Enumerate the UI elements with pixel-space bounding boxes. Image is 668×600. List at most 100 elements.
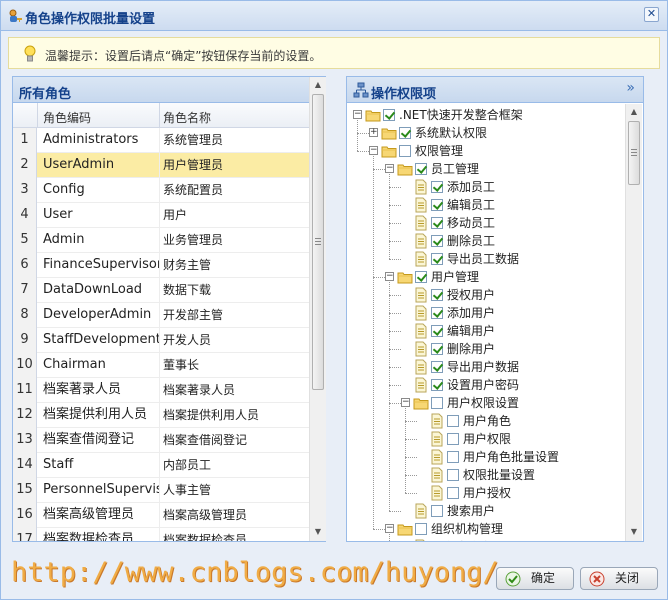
role-name-cell: 开发部主管 xyxy=(163,308,224,322)
permission-checkbox[interactable] xyxy=(431,343,443,355)
permission-checkbox[interactable] xyxy=(447,469,459,481)
collapse-panel-icon[interactable]: » xyxy=(626,80,635,96)
permission-checkbox[interactable] xyxy=(431,325,443,337)
permission-checkbox[interactable] xyxy=(431,199,443,211)
scrollbar-thumb[interactable] xyxy=(312,94,324,390)
permission-checkbox[interactable] xyxy=(415,271,427,283)
permission-checkbox[interactable] xyxy=(431,307,443,319)
close-button[interactable]: 关闭 xyxy=(580,567,658,590)
folder-icon xyxy=(381,125,397,141)
permission-checkbox[interactable] xyxy=(431,505,443,517)
document-icon xyxy=(413,233,429,249)
window-close-button[interactable]: ✕ xyxy=(644,7,659,22)
permission-checkbox[interactable] xyxy=(447,487,459,499)
row-number: 1 xyxy=(13,128,37,153)
collapse-toggle-icon[interactable]: − xyxy=(369,146,378,155)
permission-checkbox[interactable] xyxy=(447,451,459,463)
table-row[interactable]: 15 PersonnelSupervis 人事主管 xyxy=(13,478,309,503)
permission-checkbox[interactable] xyxy=(415,523,427,535)
permission-checkbox[interactable] xyxy=(431,361,443,373)
permission-label: 授权用户 xyxy=(447,288,496,302)
collapse-toggle-icon[interactable]: − xyxy=(385,164,394,173)
scroll-down-arrow-icon[interactable]: ▼ xyxy=(626,524,642,540)
role-code-cell: StaffDevelopment xyxy=(43,332,159,347)
scroll-up-arrow-icon[interactable]: ▲ xyxy=(626,104,642,120)
permission-label: 添加员工 xyxy=(447,180,496,194)
role-code-cell: UserAdmin xyxy=(43,157,115,172)
table-row[interactable]: 10 Chairman 董事长 xyxy=(13,353,309,378)
permissions-tree-scrollbar[interactable]: ▲ ▼ xyxy=(625,104,642,541)
permission-checkbox[interactable] xyxy=(383,109,395,121)
roles-grid-scrollbar[interactable]: ▲ ▼ xyxy=(309,77,326,541)
permission-checkbox[interactable] xyxy=(431,397,443,409)
table-row[interactable]: 3 Config 系统配置员 xyxy=(13,178,309,203)
permission-label: 设置用户密码 xyxy=(447,378,520,392)
tree-connector xyxy=(389,534,390,541)
expand-toggle-icon[interactable]: + xyxy=(369,128,378,137)
permission-checkbox[interactable] xyxy=(431,181,443,193)
collapse-toggle-icon[interactable]: − xyxy=(353,110,362,119)
grip-line xyxy=(631,149,637,150)
scroll-down-arrow-icon[interactable]: ▼ xyxy=(310,524,326,540)
permission-checkbox[interactable] xyxy=(415,163,427,175)
permission-label: 搜索用户 xyxy=(447,504,496,518)
table-row[interactable]: 14 Staff 内部员工 xyxy=(13,453,309,478)
permission-label: 删除员工 xyxy=(447,234,496,248)
tree-connector xyxy=(405,408,406,493)
table-row[interactable]: 17 档案数据检查员 档案数据检查员 xyxy=(13,528,309,541)
table-row[interactable]: 6 FinanceSupervisor 财务主管 xyxy=(13,253,309,278)
table-row[interactable]: 2 UserAdmin 用户管理员 xyxy=(13,153,309,178)
collapse-toggle-icon[interactable]: − xyxy=(385,524,394,533)
tree-connector xyxy=(389,187,401,188)
table-row[interactable]: 4 User 用户 xyxy=(13,203,309,228)
column-header-code[interactable]: 角色编码 xyxy=(43,109,91,126)
document-icon xyxy=(429,467,445,483)
permission-label: 权限批量设置 xyxy=(463,468,536,482)
tree-connector xyxy=(373,156,374,529)
row-number: 6 xyxy=(13,253,37,278)
permission-checkbox[interactable] xyxy=(431,235,443,247)
scrollbar-thumb[interactable] xyxy=(628,121,640,185)
table-row[interactable]: 16 档案高级管理员 档案高级管理员 xyxy=(13,503,309,528)
permission-checkbox[interactable] xyxy=(399,145,411,157)
scroll-up-arrow-icon[interactable]: ▲ xyxy=(310,77,326,93)
role-code-cell: PersonnelSupervis xyxy=(43,482,159,497)
tree-connector xyxy=(373,529,385,530)
table-row[interactable]: 8 DeveloperAdmin 开发部主管 xyxy=(13,303,309,328)
table-row[interactable]: 5 Admin 业务管理员 xyxy=(13,228,309,253)
table-row[interactable]: 7 DataDownLoad 数据下载 xyxy=(13,278,309,303)
permission-checkbox[interactable] xyxy=(447,433,459,445)
permission-checkbox[interactable] xyxy=(431,289,443,301)
permission-label: 用户权限设置 xyxy=(447,396,520,410)
cell-separator xyxy=(159,378,160,403)
tree-connector xyxy=(357,151,369,152)
role-code-cell: 档案查借阅登记 xyxy=(43,432,135,447)
column-header-name[interactable]: 角色名称 xyxy=(163,109,211,126)
tree-connector xyxy=(389,331,401,332)
ok-button[interactable]: 确定 xyxy=(496,567,574,590)
table-row[interactable]: 12 档案提供利用人员 档案提供利用人员 xyxy=(13,403,309,428)
permission-checkbox[interactable] xyxy=(399,127,411,139)
collapse-toggle-icon[interactable]: − xyxy=(401,398,410,407)
row-number: 2 xyxy=(13,153,37,178)
document-icon xyxy=(413,305,429,321)
permissions-tree: − .NET快速开发整合框架 + 系统默认权限 − 权限管理 − 员工管理 添加员工 编辑员工 移动… xyxy=(347,104,625,541)
permission-checkbox[interactable] xyxy=(431,379,443,391)
row-number: 7 xyxy=(13,278,37,303)
role-code-cell: Staff xyxy=(43,457,74,472)
role-code-cell: Admin xyxy=(43,232,85,247)
permission-checkbox[interactable] xyxy=(431,217,443,229)
role-code-cell: DeveloperAdmin xyxy=(43,307,152,322)
collapse-toggle-icon[interactable]: − xyxy=(385,272,394,281)
table-row[interactable]: 9 StaffDevelopment 开发人员 xyxy=(13,328,309,353)
table-row[interactable]: 1 Administrators 系统管理员 xyxy=(13,128,309,153)
title-bar[interactable]: 角色操作权限批量设置 ✕ xyxy=(1,1,667,31)
permission-checkbox[interactable] xyxy=(431,253,443,265)
table-row[interactable]: 13 档案查借阅登记 档案查借阅登记 xyxy=(13,428,309,453)
table-row[interactable]: 11 档案著录人员 档案著录人员 xyxy=(13,378,309,403)
cell-separator xyxy=(159,303,160,328)
permission-checkbox[interactable] xyxy=(447,415,459,427)
row-number: 16 xyxy=(13,503,37,528)
window-title: 角色操作权限批量设置 xyxy=(25,12,156,27)
cell-separator xyxy=(159,328,160,353)
